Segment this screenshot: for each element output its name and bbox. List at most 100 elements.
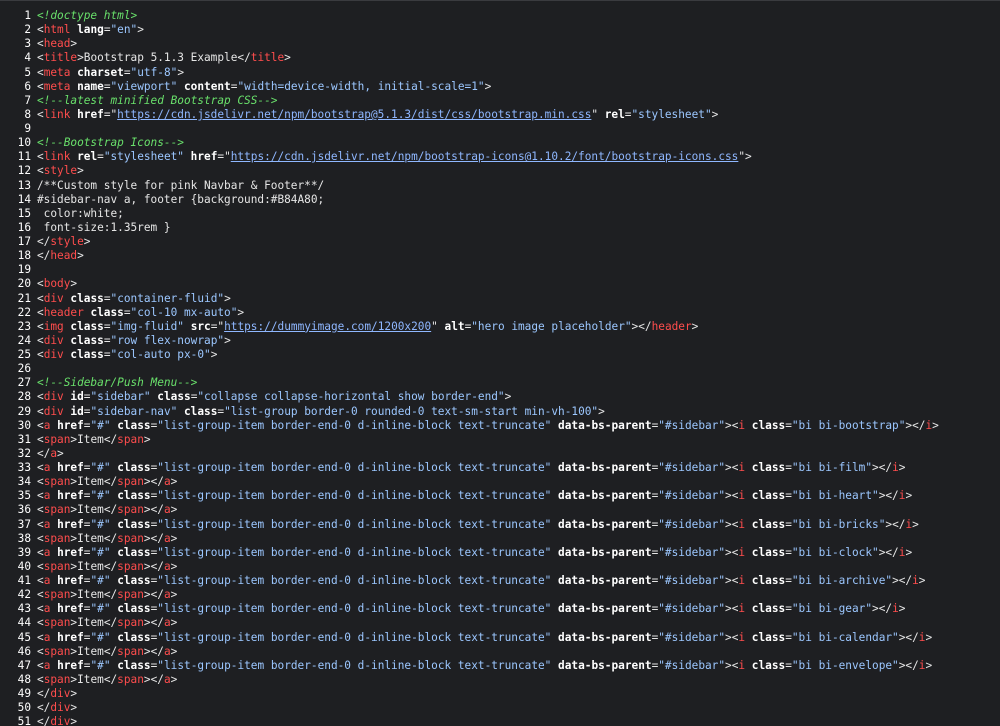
code-token: >< [725, 545, 739, 559]
code-line[interactable]: 14 #sidebar-nav a, footer {background:#B8… [0, 193, 1000, 207]
code-line[interactable]: 8 <link href="https://cdn.jsdelivr.net/np… [0, 108, 1000, 122]
line-number: 21 [17, 291, 31, 305]
code-token: "hero image placeholder" [471, 319, 632, 333]
code-token: body [43, 277, 71, 291]
code-token: = [103, 23, 111, 37]
code-line[interactable]: 42 <span>Item</span></a> [0, 588, 1000, 602]
code-line[interactable]: 45 <a href="#" class="list-group-item bor… [0, 631, 1000, 645]
code-text: <div id="sidebar-nav" class="list-group … [36, 405, 605, 419]
code-token: #sidebar-nav a, footer {background:#B84A… [37, 192, 325, 206]
code-token: > [170, 531, 178, 545]
code-line[interactable]: 3 <head> [0, 37, 1000, 51]
code-line[interactable]: 13 /**Custom style for pink Navbar & Foot… [0, 179, 1000, 193]
code-line[interactable]: 15 color:white; [0, 207, 1000, 221]
code-line[interactable]: 10 <!--Bootstrap Icons--> [0, 136, 1000, 150]
line-number: 11 [17, 150, 31, 164]
line-number: 41 [17, 574, 31, 587]
code-token: "#sidebar" [658, 517, 726, 531]
code-line[interactable]: 25 <div class="col-auto px-0"> [0, 348, 1000, 362]
code-line[interactable]: 50 </div> [0, 701, 1000, 715]
code-token: < [37, 616, 44, 630]
code-line[interactable]: 26 [0, 362, 1000, 376]
line-number: 43 [17, 602, 31, 616]
code-line[interactable]: 31 <span>Item</span> [0, 433, 1000, 447]
code-token: " [431, 319, 445, 333]
code-line[interactable]: 27 <!--Sidebar/Push Menu--> [0, 376, 1000, 390]
code-line[interactable]: 20 <body> [0, 277, 1000, 291]
code-token: </ [103, 559, 118, 573]
code-token: "#" [90, 489, 111, 503]
code-line[interactable]: 36 <span>Item</span></a> [0, 503, 1000, 517]
code-editor[interactable]: 1 <!doctype html> 2 <html lang="en"> 3 <head>… [0, 0, 1000, 726]
code-line[interactable]: 47 <a href="#" class="list-group-item bor… [0, 659, 1000, 673]
code-token: ></ [878, 545, 899, 559]
code-token: href [57, 630, 84, 644]
code-token: >< [725, 517, 739, 531]
code-line[interactable]: 5 <meta charset="utf-8"> [0, 66, 1000, 80]
code-line[interactable]: 2 <html lang="en"> [0, 23, 1000, 37]
code-line[interactable]: 46 <span>Item</span></a> [0, 645, 1000, 659]
code-line[interactable]: 51 </div> [0, 715, 1000, 726]
code-line[interactable]: 39 <a href="#" class="list-group-item bor… [0, 546, 1000, 560]
code-line[interactable]: 22 <header class="col-10 mx-auto"> [0, 306, 1000, 320]
code-line[interactable]: 29 <div id="sidebar-nav" class="list-grou… [0, 405, 1000, 419]
code-token: >< [725, 418, 739, 432]
code-line[interactable]: 7 <!--latest minified Bootstrap CSS--> [0, 94, 1000, 108]
code-line[interactable]: 37 <a href="#" class="list-group-item bor… [0, 518, 1000, 532]
code-token: meta [43, 65, 71, 79]
code-token: style [43, 164, 78, 178]
code-line[interactable]: 28 <div id="sidebar" class="collapse coll… [0, 390, 1000, 404]
code-token: " [591, 107, 605, 121]
code-token: < [37, 545, 44, 559]
line-number: 15 [17, 206, 31, 220]
code-token: class [751, 461, 786, 474]
code-line[interactable]: 19 [0, 263, 1000, 277]
code-token: class [117, 489, 151, 503]
code-line[interactable]: 30 <a href="#" class="list-group-item bor… [0, 419, 1000, 433]
code-line[interactable]: 38 <span>Item</span></a> [0, 532, 1000, 546]
code-line[interactable]: 6 <meta name="viewport" content="width=de… [0, 80, 1000, 94]
code-token: span [43, 475, 71, 489]
code-line[interactable]: 49 </div> [0, 687, 1000, 701]
code-line[interactable]: 40 <span>Item</span></a> [0, 560, 1000, 574]
code-line[interactable]: 44 <span>Item</span></a> [0, 616, 1000, 630]
line-number: 13 [17, 178, 31, 192]
code-line[interactable]: 12 <style> [0, 164, 1000, 178]
code-token: Item [77, 588, 104, 602]
line-number: 5 [24, 65, 31, 79]
code-line[interactable]: 33 <a href="#" class="list-group-item bor… [0, 461, 1000, 475]
code-text: </head> [36, 249, 84, 263]
line-number: 20 [17, 277, 31, 291]
code-line[interactable]: 48 <span>Item</span></a> [0, 673, 1000, 687]
code-line[interactable]: 21 <div class="container-fluid"> [0, 292, 1000, 306]
code-token: < [37, 559, 44, 573]
code-link[interactable]: https://cdn.jsdelivr.net/npm/bootstrap-i… [231, 150, 739, 163]
code-line[interactable]: 24 <div class="row flex-nowrap"> [0, 334, 1000, 348]
code-line[interactable]: 11 <link rel="stylesheet" href="https://c… [0, 150, 1000, 164]
code-line[interactable]: 35 <a href="#" class="list-group-item bor… [0, 489, 1000, 503]
code-line[interactable]: 41 <a href="#" class="list-group-item bor… [0, 574, 1000, 588]
code-token: class [117, 574, 151, 587]
code-line[interactable]: 4 <title>Bootstrap 5.1.3 Example</title> [0, 51, 1000, 65]
code-line[interactable]: 32 </a> [0, 447, 1000, 461]
code-line[interactable]: 16 font-size:1.35rem } [0, 221, 1000, 235]
code-token: div [43, 404, 64, 418]
code-line[interactable]: 1 <!doctype html> [0, 9, 1000, 23]
code-line[interactable]: 18 </head> [0, 249, 1000, 263]
code-line[interactable]: 17 </style> [0, 235, 1000, 249]
code-line[interactable]: 9 [0, 122, 1000, 136]
code-token: = [785, 630, 792, 644]
code-text: <div id="sidebar" class="collapse collap… [36, 390, 511, 404]
code-token: > [77, 164, 84, 178]
code-link[interactable]: https://cdn.jsdelivr.net/npm/bootstrap@5… [117, 108, 591, 121]
code-line[interactable]: 23 <img class="img-fluid" src="https://du… [0, 320, 1000, 334]
code-token: href [57, 545, 84, 559]
code-line[interactable]: 43 <a href="#" class="list-group-item bor… [0, 602, 1000, 616]
code-token: span [43, 432, 71, 446]
code-link[interactable]: https://dummyimage.com/1200x200 [224, 320, 431, 333]
code-line[interactable]: 34 <span>Item</span></a> [0, 475, 1000, 489]
code-token: href [57, 418, 84, 432]
